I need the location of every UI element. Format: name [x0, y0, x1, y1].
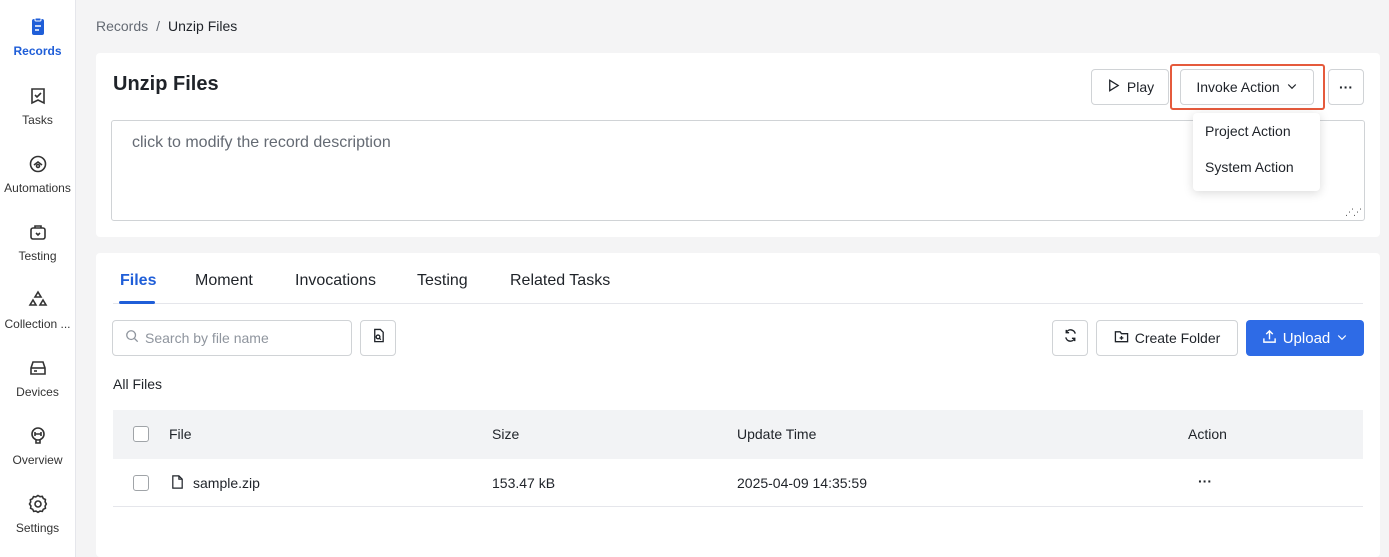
dropdown-item-project-action[interactable]: Project Action: [1193, 113, 1320, 149]
sidebar-item-label: Devices: [16, 385, 59, 399]
tab-moment[interactable]: Moment: [195, 272, 253, 290]
chevron-down-icon: [1336, 330, 1348, 347]
files-card: Files Moment Invocations Testing Related…: [96, 253, 1380, 557]
dropdown-item-system-action[interactable]: System Action: [1193, 149, 1320, 185]
file-name[interactable]: sample.zip: [193, 475, 260, 491]
file-search-icon: [371, 328, 386, 348]
more-options-button[interactable]: ···: [1328, 69, 1364, 105]
tab-testing[interactable]: Testing: [417, 272, 468, 290]
tab-related-tasks[interactable]: Related Tasks: [510, 272, 610, 290]
testing-icon: [27, 221, 49, 243]
breadcrumb-separator: /: [156, 18, 161, 34]
play-button-label: Play: [1126, 79, 1155, 95]
sidebar-item-overview[interactable]: Overview: [0, 425, 75, 485]
table-row[interactable]: sample.zip 153.47 kB 2025-04-09 14:35:59…: [113, 459, 1363, 507]
column-header-update-time: Update Time: [737, 426, 817, 442]
breadcrumb-parent[interactable]: Records: [96, 18, 148, 34]
file-icon: [170, 474, 185, 493]
column-header-size: Size: [492, 426, 520, 442]
all-files-label: All Files: [113, 376, 163, 392]
create-folder-label: Create Folder: [1134, 330, 1221, 346]
row-more-actions-button[interactable]: ···: [1198, 473, 1212, 489]
page-title: Unzip Files: [113, 73, 219, 95]
upload-label: Upload: [1282, 329, 1331, 347]
search-input[interactable]: [145, 330, 335, 346]
upload-button[interactable]: Upload: [1246, 320, 1364, 356]
sidebar-item-label: Settings: [15, 521, 60, 535]
invoke-action-label: Invoke Action: [1196, 79, 1280, 95]
invoke-action-dropdown: Project Action System Action: [1193, 113, 1320, 191]
invoke-action-button[interactable]: Invoke Action: [1180, 69, 1314, 105]
devices-icon: [27, 357, 49, 379]
overview-icon: [27, 425, 49, 447]
play-button[interactable]: Play: [1091, 69, 1169, 105]
column-header-file: File: [169, 426, 192, 442]
sidebar-item-tasks[interactable]: Tasks: [0, 85, 75, 145]
search-icon: [125, 329, 139, 348]
row-checkbox[interactable]: [133, 475, 149, 491]
files-table: File Size Update Time Action sample.zip …: [113, 410, 1363, 507]
file-search: [112, 320, 352, 356]
chevron-down-icon: [1286, 79, 1298, 95]
record-header-card: Unzip Files Play Invoke Action ··· click…: [96, 53, 1380, 237]
breadcrumb: Records / Unzip Files: [96, 18, 237, 34]
resize-handle-icon[interactable]: ⋰⋰: [1345, 207, 1362, 218]
gear-icon: [27, 493, 49, 515]
record-description[interactable]: click to modify the record description ⋰…: [111, 120, 1365, 221]
sidebar-item-label: Automations: [4, 181, 71, 195]
create-folder-button[interactable]: Create Folder: [1096, 320, 1238, 356]
automations-icon: [27, 153, 49, 175]
tasks-icon: [27, 85, 49, 107]
upload-icon: [1262, 329, 1277, 348]
tab-bar: Files Moment Invocations Testing Related…: [113, 253, 1363, 304]
sidebar-item-records[interactable]: Records: [0, 16, 75, 76]
more-icon: ···: [1339, 79, 1353, 95]
folder-plus-icon: [1114, 329, 1129, 347]
file-update-time: 2025-04-09 14:35:59: [737, 475, 867, 491]
tab-files[interactable]: Files: [120, 272, 156, 290]
file-search-button[interactable]: [360, 320, 396, 356]
sidebar-item-label: Collection ...: [4, 317, 71, 331]
description-placeholder: click to modify the record description: [132, 134, 391, 151]
tab-invocations[interactable]: Invocations: [295, 272, 376, 290]
records-icon: [27, 16, 49, 38]
sidebar-item-settings[interactable]: Settings: [0, 493, 75, 553]
collection-icon: [27, 289, 49, 311]
refresh-button[interactable]: [1052, 320, 1088, 356]
breadcrumb-current: Unzip Files: [168, 18, 238, 34]
file-size: 153.47 kB: [492, 475, 556, 491]
sidebar-item-devices[interactable]: Devices: [0, 357, 75, 417]
select-all-checkbox[interactable]: [133, 426, 149, 442]
column-header-action: Action: [1188, 426, 1227, 442]
sidebar-item-testing[interactable]: Testing: [0, 221, 75, 281]
active-tab-indicator: [119, 301, 155, 304]
sidebar-item-label: Tasks: [22, 113, 53, 127]
sidebar-item-automations[interactable]: Automations: [0, 153, 75, 213]
sidebar-item-label: Testing: [18, 249, 57, 263]
table-header: File Size Update Time Action: [113, 410, 1363, 459]
sidebar-item-collection[interactable]: Collection ...: [0, 289, 75, 349]
sidebar-item-label: Overview: [12, 453, 63, 467]
sidebar-item-label: Records: [13, 44, 62, 58]
sidebar: Records Tasks Automations Testing Collec…: [0, 0, 76, 557]
refresh-icon: [1063, 328, 1078, 348]
play-icon: [1106, 78, 1121, 96]
